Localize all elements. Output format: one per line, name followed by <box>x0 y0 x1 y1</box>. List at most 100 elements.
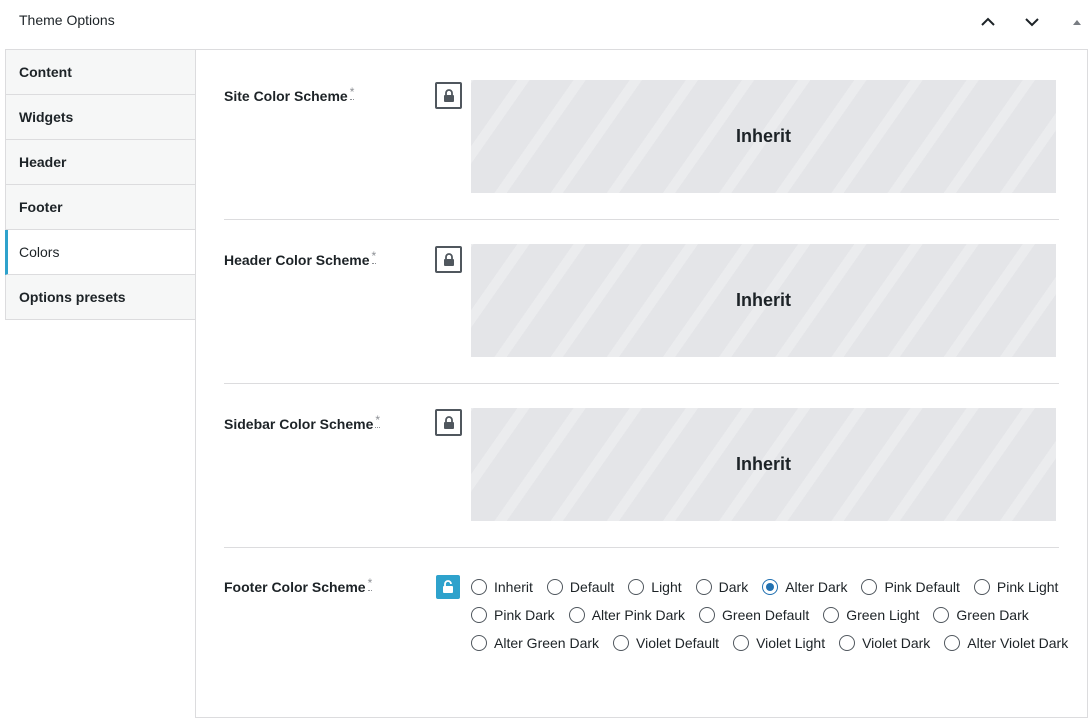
footer-scheme-option[interactable]: Alter Pink Dark <box>568 605 686 625</box>
footer-scheme-option[interactable]: Violet Dark <box>839 633 930 653</box>
required-marker: * <box>349 85 355 100</box>
tab-label: Options presets <box>19 289 126 305</box>
radio-button[interactable] <box>695 579 712 595</box>
radio-label: Alter Violet Dark <box>967 635 1069 651</box>
tab-colors[interactable]: Colors <box>5 230 196 275</box>
tab-label: Footer <box>19 199 63 215</box>
footer-scheme-option[interactable]: Alter Violet Dark <box>944 633 1068 653</box>
radio-button[interactable] <box>762 579 779 595</box>
tab-content[interactable]: Content <box>5 50 196 95</box>
tab-header[interactable]: Header <box>5 140 196 185</box>
site-color-scheme-inherit[interactable]: Inherit <box>471 80 1056 193</box>
footer-scheme-option[interactable]: Default <box>546 577 615 597</box>
radio-label: Pink Default <box>884 579 960 595</box>
label-text: Sidebar Color Scheme <box>224 416 374 432</box>
radio-button[interactable] <box>933 607 950 623</box>
radio-label: Alter Green Dark <box>494 635 600 651</box>
toggle-panel-button[interactable] <box>1065 10 1089 34</box>
radio-button[interactable] <box>733 635 750 651</box>
chevron-down-icon <box>1025 18 1039 27</box>
required-marker: * <box>367 576 373 591</box>
radio-label: Dark <box>718 579 749 595</box>
footer-scheme-option[interactable]: Pink Light <box>973 577 1059 597</box>
footer-color-scheme-unlock-button[interactable] <box>436 575 460 599</box>
footer-scheme-option[interactable]: Alter Dark <box>762 577 847 597</box>
radio-button[interactable] <box>613 635 630 651</box>
label-text: Site Color Scheme <box>224 88 348 104</box>
colors-panel: Site Color Scheme * Inherit Header Color … <box>195 49 1088 718</box>
footer-scheme-option[interactable]: Violet Light <box>733 633 825 653</box>
chevron-up-icon <box>981 17 995 26</box>
radio-button[interactable] <box>699 607 716 623</box>
footer-scheme-option[interactable]: Dark <box>695 577 749 597</box>
radio-label: Green Light <box>846 607 920 623</box>
tab-footer[interactable]: Footer <box>5 185 196 230</box>
radio-label: Pink Dark <box>494 607 555 623</box>
tab-options-presets[interactable]: Options presets <box>5 275 196 320</box>
radio-button[interactable] <box>471 635 487 651</box>
footer-scheme-option[interactable]: Green Light <box>823 605 919 625</box>
tabs-sidebar: Content Widgets Header Footer Colors Opt… <box>5 49 196 320</box>
footer-scheme-option[interactable]: Pink Default <box>861 577 960 597</box>
radio-label: Inherit <box>494 579 533 595</box>
move-down-button[interactable] <box>1020 10 1044 34</box>
tab-label: Colors <box>19 244 60 260</box>
footer-scheme-option[interactable]: Pink Dark <box>471 605 555 625</box>
radio-label: Violet Dark <box>862 635 931 651</box>
footer-scheme-option[interactable]: Green Dark <box>933 605 1029 625</box>
radio-button[interactable] <box>861 579 878 595</box>
radio-label: Light <box>651 579 682 595</box>
header-color-scheme-label: Header Color Scheme * <box>224 249 377 268</box>
panel-title: Theme Options <box>19 12 115 28</box>
lock-icon <box>443 88 454 102</box>
sidebar-color-scheme-label: Sidebar Color Scheme * <box>224 413 381 432</box>
tab-label: Header <box>19 154 67 170</box>
required-marker: * <box>375 413 381 428</box>
radio-button[interactable] <box>973 579 990 595</box>
lock-icon <box>443 252 454 266</box>
radio-button[interactable] <box>471 607 487 623</box>
radio-button[interactable] <box>546 579 563 595</box>
footer-scheme-option[interactable]: Inherit <box>471 577 533 597</box>
site-color-scheme-lock-button[interactable] <box>435 82 462 109</box>
required-marker: * <box>371 249 377 264</box>
divider <box>224 383 1059 384</box>
header-color-scheme-lock-button[interactable] <box>435 246 462 273</box>
radio-label: Violet Light <box>756 635 826 651</box>
radio-button[interactable] <box>628 579 645 595</box>
header-color-scheme-inherit[interactable]: Inherit <box>471 244 1056 357</box>
radio-button[interactable] <box>839 635 856 651</box>
radio-label: Alter Pink Dark <box>591 607 686 623</box>
tab-widgets[interactable]: Widgets <box>5 95 196 140</box>
divider <box>224 547 1059 548</box>
move-up-button[interactable] <box>976 10 1000 34</box>
footer-scheme-option[interactable]: Violet Default <box>613 633 719 653</box>
radio-button[interactable] <box>823 607 840 623</box>
radio-label: Alter Dark <box>785 579 848 595</box>
tab-label: Widgets <box>19 109 74 125</box>
sidebar-color-scheme-lock-button[interactable] <box>435 409 462 436</box>
sidebar-color-scheme-inherit[interactable]: Inherit <box>471 408 1056 521</box>
triangle-up-icon <box>1073 20 1081 25</box>
lock-icon <box>443 415 454 429</box>
unlock-icon <box>443 580 453 593</box>
footer-color-scheme-options: Inherit Default Light Dark Alter Dark Pink De… <box>471 577 1071 653</box>
footer-scheme-option[interactable]: Alter Green Dark <box>471 633 599 653</box>
site-color-scheme-label: Site Color Scheme * <box>224 85 355 104</box>
radio-button[interactable] <box>471 579 487 595</box>
radio-label: Green Dark <box>956 607 1029 623</box>
footer-scheme-option[interactable]: Light <box>628 577 682 597</box>
radio-label: Violet Default <box>636 635 720 651</box>
radio-label: Default <box>569 579 615 595</box>
tab-label: Content <box>19 64 72 80</box>
footer-scheme-option[interactable]: Green Default <box>699 605 809 625</box>
radio-button[interactable] <box>568 607 585 623</box>
divider <box>224 219 1059 220</box>
panel-header: Theme Options <box>0 0 1092 42</box>
label-text: Header Color Scheme <box>224 252 370 268</box>
radio-label: Pink Light <box>996 579 1059 595</box>
radio-button[interactable] <box>944 635 961 651</box>
label-text: Footer Color Scheme <box>224 579 366 595</box>
footer-color-scheme-label: Footer Color Scheme * <box>224 576 373 595</box>
radio-label: Green Default <box>722 607 810 623</box>
